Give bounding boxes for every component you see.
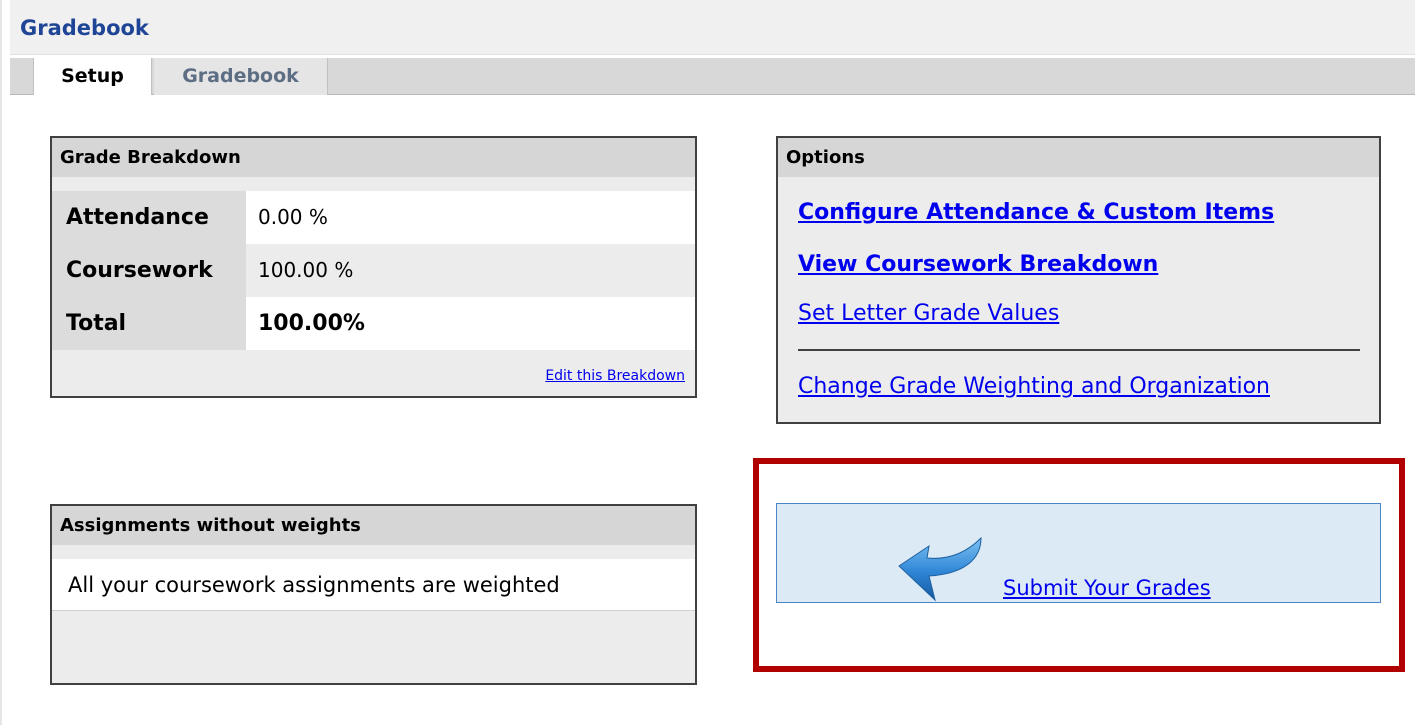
- change-grade-weighting-link[interactable]: Change Grade Weighting and Organization: [798, 374, 1270, 399]
- breakdown-value: 100.00 %: [246, 244, 695, 297]
- options-panel: Options Configure Attendance & Custom It…: [776, 136, 1381, 424]
- breakdown-value: 0.00 %: [246, 191, 695, 244]
- left-page-rule: [0, 0, 2, 725]
- page-title: Gradebook: [20, 16, 149, 40]
- breakdown-row-attendance: Attendance 0.00 %: [52, 191, 695, 244]
- tab-gradebook[interactable]: Gradebook: [154, 58, 328, 95]
- breakdown-value: 100.00%: [246, 297, 695, 350]
- set-letter-grade-values-link[interactable]: Set Letter Grade Values: [798, 301, 1059, 326]
- highlight-frame: [753, 458, 1405, 672]
- options-title: Options: [778, 138, 1379, 177]
- view-coursework-breakdown-link[interactable]: View Coursework Breakdown: [798, 252, 1158, 277]
- breakdown-label: Coursework: [52, 244, 246, 297]
- grade-breakdown-panel: Grade Breakdown Attendance 0.00 % Course…: [50, 136, 697, 398]
- configure-attendance-link[interactable]: Configure Attendance & Custom Items: [798, 200, 1274, 225]
- grade-breakdown-table: Attendance 0.00 % Coursework 100.00 % To…: [52, 191, 695, 350]
- tab-setup[interactable]: Setup: [33, 58, 152, 95]
- title-bar: Gradebook: [10, 0, 1415, 55]
- options-divider: [798, 349, 1360, 351]
- assignments-without-weights-title: Assignments without weights: [52, 506, 695, 545]
- breakdown-label: Total: [52, 297, 246, 350]
- grade-breakdown-title: Grade Breakdown: [52, 138, 695, 177]
- assignments-without-weights-panel: Assignments without weights All your cou…: [50, 504, 697, 685]
- breakdown-label: Attendance: [52, 191, 246, 244]
- tab-strip: Setup Gradebook: [10, 58, 1415, 95]
- assignments-weighted-message: All your coursework assignments are weig…: [52, 559, 695, 611]
- breakdown-row-total: Total 100.00%: [52, 297, 695, 350]
- edit-breakdown-link[interactable]: Edit this Breakdown: [545, 368, 685, 384]
- breakdown-row-coursework: Coursework 100.00 %: [52, 244, 695, 297]
